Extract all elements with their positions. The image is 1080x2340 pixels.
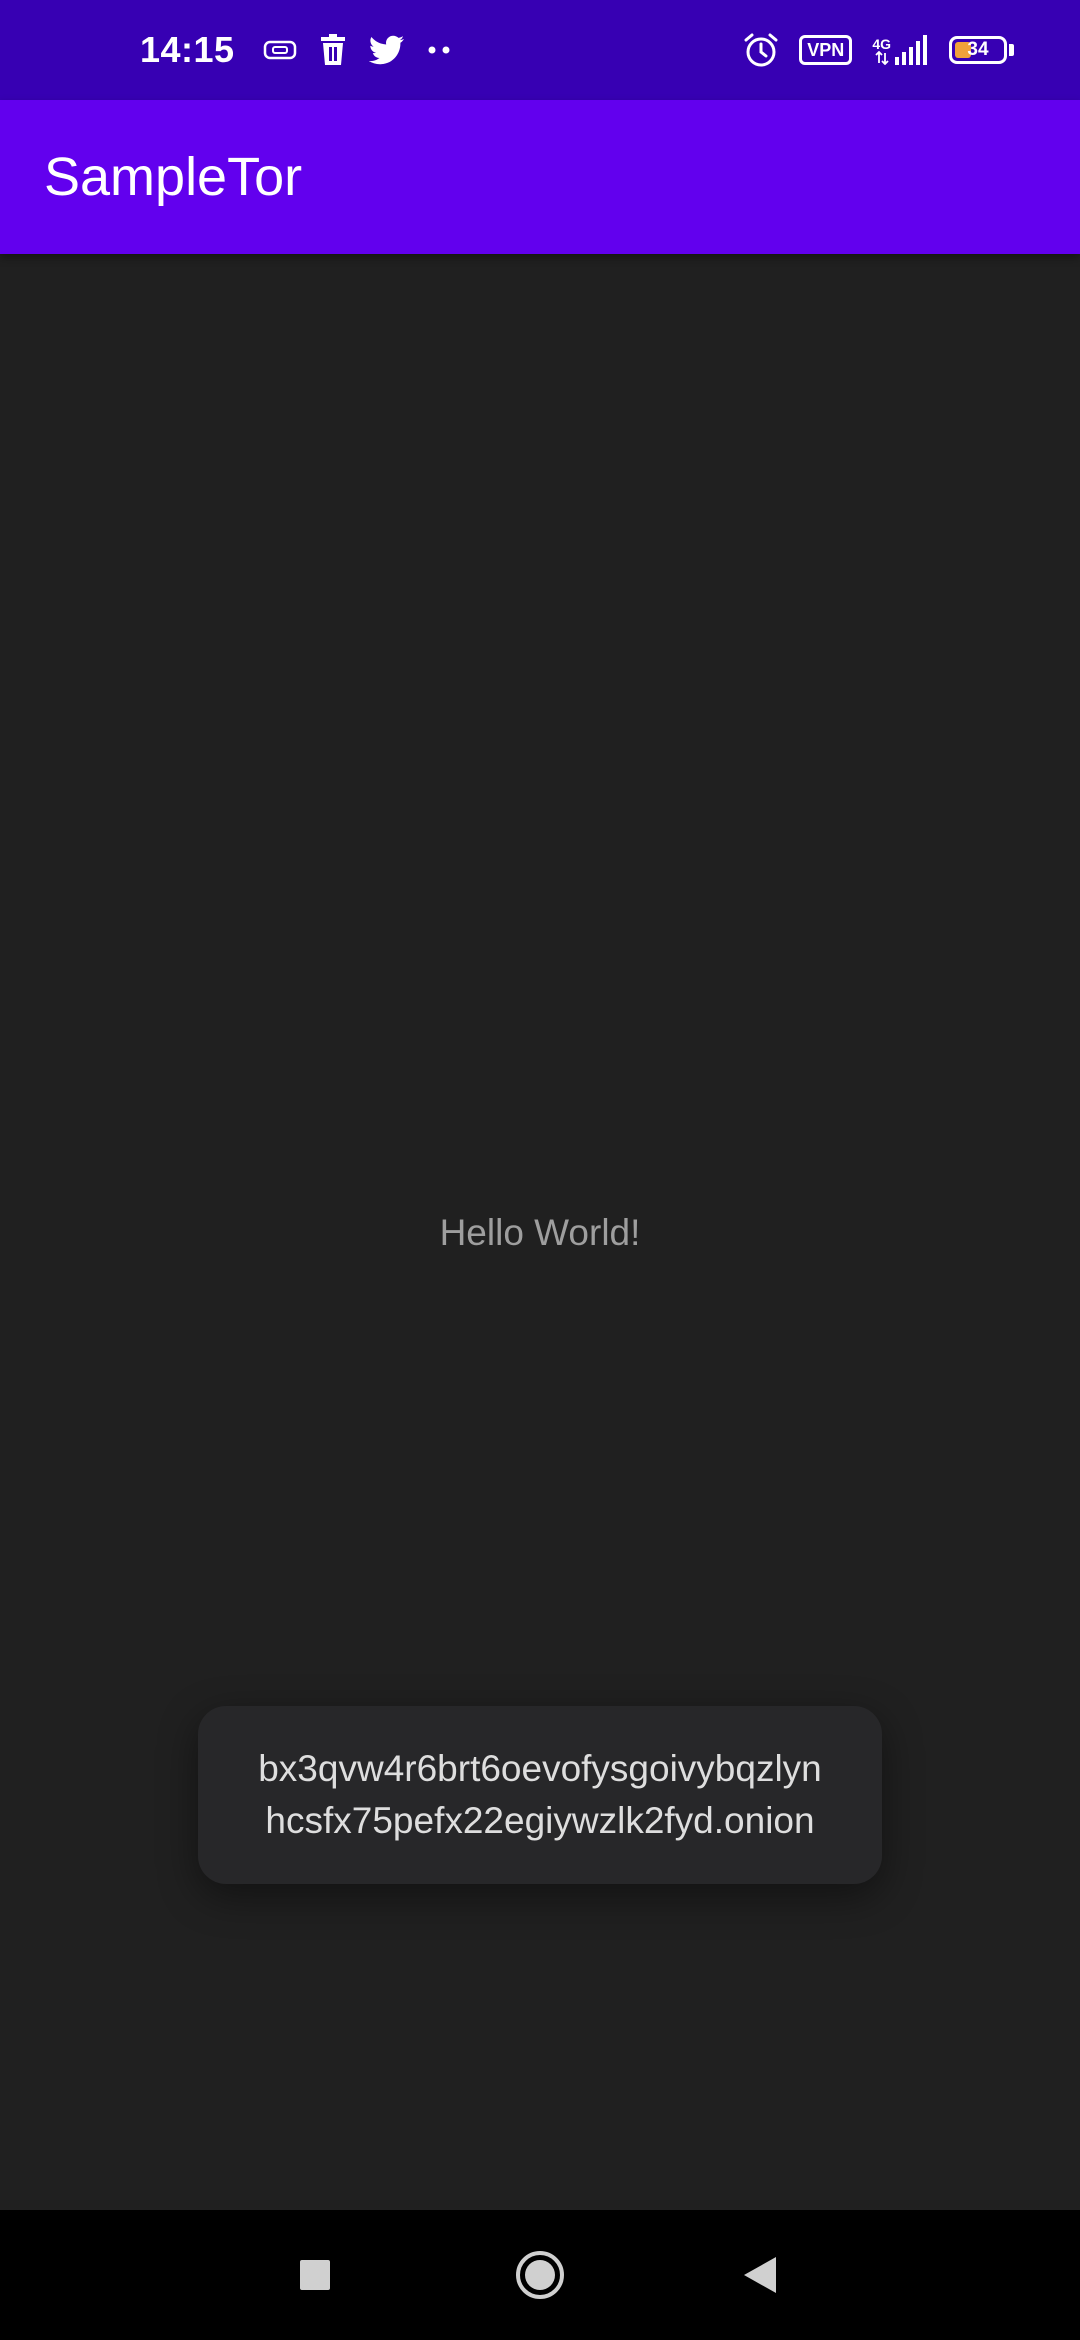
navigation-bar bbox=[0, 2210, 1080, 2340]
alarm-icon bbox=[743, 32, 779, 68]
battery-icon: 34 bbox=[949, 36, 1014, 64]
signal-icon: 4G bbox=[872, 35, 929, 65]
status-time: 14:15 bbox=[140, 29, 235, 70]
back-triangle-icon bbox=[742, 2255, 778, 2295]
twitter-icon bbox=[368, 35, 405, 65]
more-dots-icon bbox=[427, 45, 453, 55]
back-button[interactable] bbox=[710, 2210, 810, 2340]
home-circle-icon bbox=[514, 2249, 566, 2301]
network-type-label: 4G bbox=[872, 36, 891, 52]
toast-message: bx3qvw4r6brt6oevofysgoivybqzlyn hcsfx75p… bbox=[198, 1706, 882, 1884]
vpn-icon: VPN bbox=[799, 35, 853, 65]
recents-square-icon bbox=[298, 2258, 332, 2292]
recents-button[interactable] bbox=[265, 2210, 365, 2340]
app-bar: SampleTor bbox=[0, 100, 1080, 254]
hello-text: Hello World! bbox=[439, 1212, 641, 1253]
status-right-group: VPN 4G 34 bbox=[743, 0, 1014, 100]
app-title: SampleTor bbox=[44, 147, 303, 207]
battery-level: 34 bbox=[967, 39, 989, 60]
trash-icon bbox=[319, 34, 347, 66]
home-button[interactable] bbox=[490, 2210, 590, 2340]
toast-line-2: hcsfx75pefx22egiywzlk2fyd.onion bbox=[265, 1800, 815, 1841]
main-content: Hello World! bbox=[0, 254, 1080, 2210]
battery-body: 34 bbox=[949, 36, 1007, 64]
screen: 14:15 VPN 4G 34 SampleTor Hello World! b… bbox=[0, 0, 1080, 2340]
status-left-group: 14:15 bbox=[140, 0, 453, 100]
card-icon bbox=[263, 40, 297, 60]
toast-line-1: bx3qvw4r6brt6oevofysgoivybqzlyn bbox=[258, 1748, 822, 1789]
battery-nub bbox=[1009, 44, 1014, 56]
status-bar: 14:15 VPN 4G 34 bbox=[0, 0, 1080, 100]
